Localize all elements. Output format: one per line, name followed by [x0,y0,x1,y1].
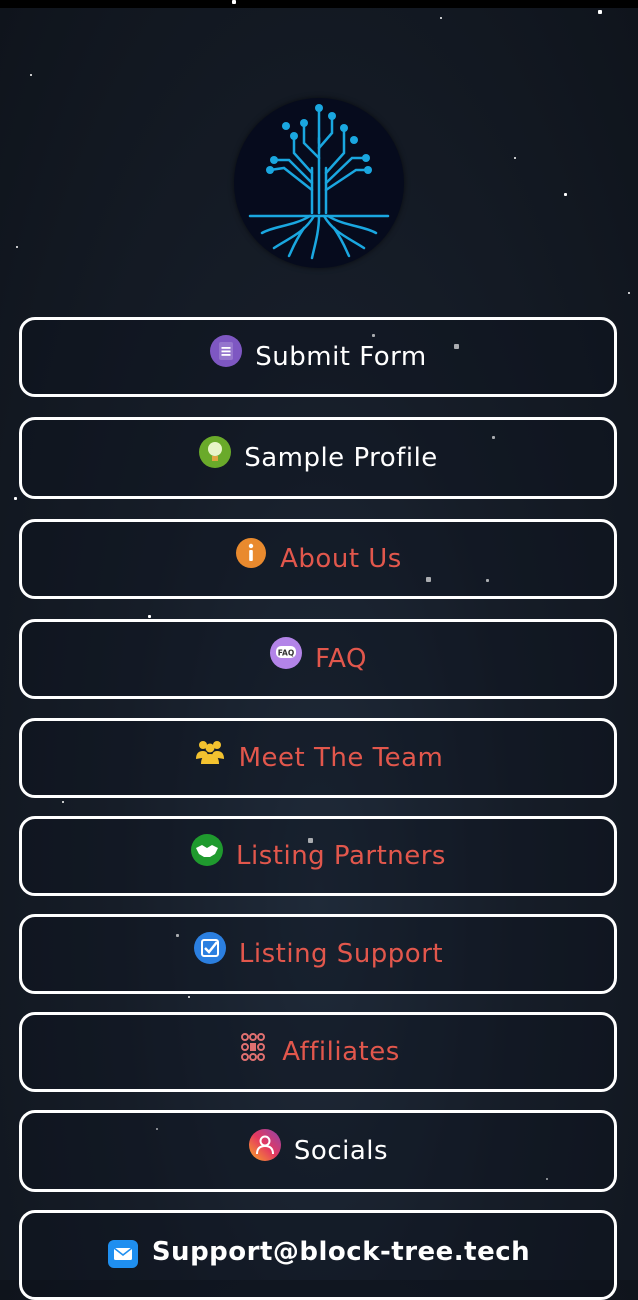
faq-button[interactable]: FAQ FAQ [19,619,617,699]
star-decoration [16,246,18,248]
svg-text:FAQ: FAQ [278,649,294,658]
submit-form-label: Submit Form [255,342,427,372]
handshake-icon [191,834,224,866]
meet-the-team-label: Meet The Team [238,743,444,773]
star-decoration [598,10,602,14]
about-us-button[interactable]: About Us [19,519,617,599]
listing-partners-button[interactable]: Listing Partners [19,816,617,896]
star-decoration [232,0,236,4]
network-icon [241,1033,266,1061]
support-email-label: Support@block-tree.tech [151,1237,531,1267]
block-tree-logo [234,98,404,268]
sample-profile-button[interactable]: Sample Profile [19,417,617,499]
team-icon [195,741,224,764]
sample-profile-label: Sample Profile [244,443,438,473]
socials-label: Socials [293,1136,389,1166]
star-decoration [14,497,17,500]
info-icon [236,538,267,568]
tree-circuit-icon [248,104,390,260]
about-us-label: About Us [280,544,402,574]
star-decoration [188,996,190,998]
star-decoration [148,615,151,618]
star-decoration [628,292,630,294]
listing-support-label: Listing Support [238,939,444,969]
faq-icon: FAQ [270,637,303,669]
form-icon [210,335,243,367]
checkbox-icon [193,932,226,964]
star-decoration [62,801,64,803]
user-icon [248,1129,281,1161]
star-decoration [564,193,567,196]
star-decoration [440,17,442,19]
status-bar [0,0,638,8]
star-decoration [30,74,32,76]
lightbulb-icon [199,436,232,468]
affiliates-button[interactable]: Affiliates [19,1012,617,1092]
listing-support-button[interactable]: Listing Support [19,914,617,994]
socials-button[interactable]: Socials [19,1110,617,1192]
mail-icon [107,1240,138,1268]
faq-label: FAQ [315,644,367,674]
listing-partners-label: Listing Partners [236,841,446,871]
submit-form-button[interactable]: Submit Form [19,317,617,397]
star-decoration [514,157,516,159]
support-email-button[interactable]: Support@block-tree.tech [19,1210,617,1300]
affiliates-label: Affiliates [282,1037,400,1067]
meet-the-team-button[interactable]: Meet The Team [19,718,617,798]
